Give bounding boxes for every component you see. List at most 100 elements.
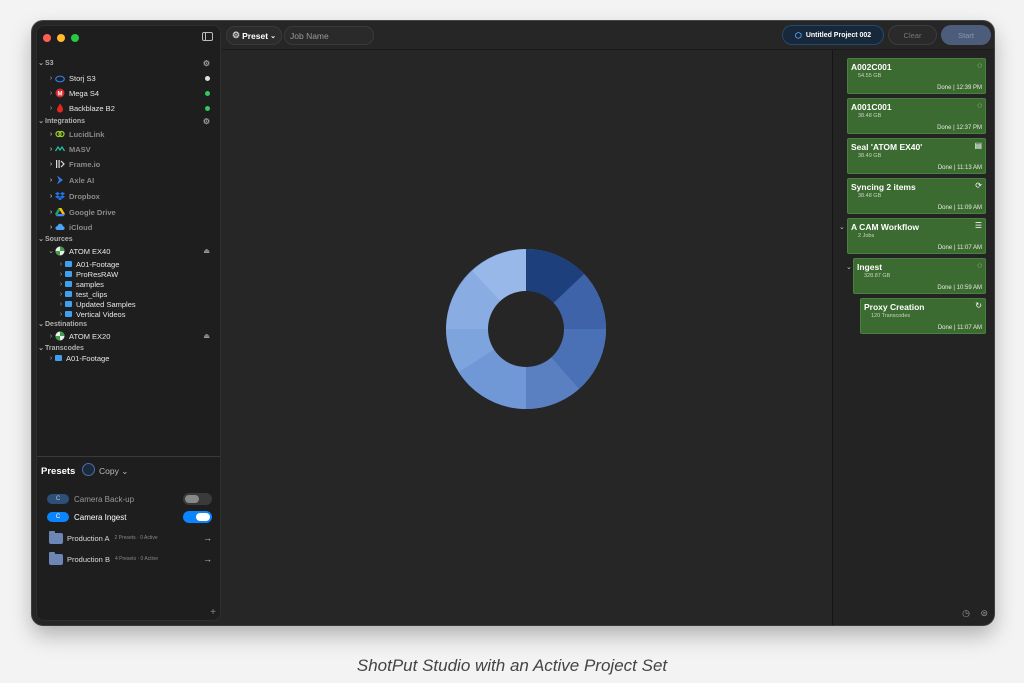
folder-icon — [55, 355, 62, 361]
preset-gear-icon: ⚙ — [232, 30, 241, 40]
flame-icon — [55, 103, 65, 113]
gear-icon[interactable]: ⚙ — [203, 117, 210, 126]
chevron-right-icon: › — [49, 176, 53, 184]
status-dot — [205, 75, 210, 81]
chevron-right-icon: › — [49, 192, 53, 200]
job-group-card[interactable]: A CAM Workflow 2 Jobs ☰ Done | 11:07 AM — [847, 218, 986, 254]
job-card[interactable]: Seal 'ATOM EX40' 38.49 GB ▤ Done | 11:13… — [847, 138, 986, 174]
preset-menu-button[interactable]: ⚙ Preset ⌄ — [226, 26, 282, 45]
job-card[interactable]: A001C001 38.48 GB ◌ Done | 12:37 PM — [847, 98, 986, 134]
sidebar-item-google-drive[interactable]: › Google Drive — [37, 205, 220, 219]
chevron-down-icon: ⌄ — [38, 60, 44, 67]
arrow-right-icon[interactable]: → — [203, 554, 212, 564]
preset-mode-dropdown[interactable]: Copy ⌄ — [99, 466, 128, 477]
preset-label: Camera Back-up — [74, 494, 135, 504]
job-card[interactable]: A002C001 54.55 GB ◌ Done | 12:39 PM — [847, 58, 986, 94]
preset-row-camera-backup[interactable]: C Camera Back-up — [47, 492, 212, 506]
project-button[interactable]: ⬡ Untitled Project 002 — [782, 25, 884, 45]
chevron-down-icon: ⌄ — [38, 118, 44, 125]
eject-icon[interactable]: ⏏ — [203, 247, 210, 255]
job-name-input[interactable] — [284, 26, 374, 45]
folder-icon — [49, 551, 63, 565]
svg-text:M: M — [58, 91, 63, 97]
cloud-icon — [55, 73, 65, 83]
status-dot — [205, 105, 210, 111]
job-group-card[interactable]: Ingest 328.87 GB ◌ Done | 10:59 AM — [853, 258, 986, 294]
arrow-right-icon[interactable]: → — [203, 533, 212, 543]
chevron-right-icon: › — [49, 208, 53, 216]
sidebar-item-mega[interactable]: › M Mega S4 — [37, 86, 220, 100]
icloud-icon — [55, 222, 65, 232]
divider — [37, 456, 220, 457]
chevron-right-icon: › — [49, 130, 53, 138]
sidebar-item-axle[interactable]: › Axle AI — [37, 173, 220, 187]
chevron-right-icon: › — [49, 223, 53, 231]
google-drive-icon — [55, 207, 65, 217]
atomos-drive-icon — [55, 246, 65, 256]
dropbox-icon — [55, 191, 65, 201]
preset-folder-production-a[interactable]: Production A 2 Presets · 0 Active → — [49, 530, 212, 545]
zoom-window-button[interactable] — [71, 34, 79, 42]
sidebar-toggle-icon[interactable] — [202, 32, 213, 41]
chevron-right-icon: › — [49, 354, 53, 362]
shotput-logo-icon — [446, 249, 606, 410]
job-card[interactable]: Syncing 2 items 38.48 GB ⟳ Done | 11:09 … — [847, 178, 986, 214]
mega-logo-icon: M — [55, 88, 65, 98]
minimize-window-button[interactable] — [57, 34, 65, 42]
copy-mode-icon[interactable] — [82, 463, 95, 476]
sidebar-item-lucidlink[interactable]: › LucidLink — [37, 127, 220, 141]
progress-ring-icon: ◌ — [977, 261, 982, 270]
chevron-right-icon: › — [49, 160, 53, 168]
preset-badge: C — [47, 494, 69, 504]
section-s3[interactable]: ⌄ S3 ⚙ — [37, 56, 220, 70]
sidebar-item-atom-ex40[interactable]: ⌄ ATOM EX40 ⏏ — [37, 244, 220, 258]
gear-icon[interactable]: ⚙ — [203, 59, 210, 68]
job-card[interactable]: Proxy Creation 120 Transcodes ↻ Done | 1… — [860, 298, 986, 334]
toolbar: ⚙ Preset ⌄ ⬡ Untitled Project 002 Clear … — [222, 21, 994, 49]
close-window-button[interactable] — [43, 34, 51, 42]
chevron-down-icon: ⌄ — [38, 321, 44, 328]
document-seal-icon: ▤ — [974, 141, 982, 150]
sidebar-folder[interactable]: › A01-Footage — [37, 351, 220, 365]
atomos-drive-icon — [55, 331, 65, 341]
progress-ring-icon: ◌ — [977, 101, 982, 110]
sync-icon: ⟳ — [975, 181, 982, 190]
add-preset-button[interactable]: + — [210, 607, 216, 618]
start-button[interactable]: Start — [941, 25, 991, 45]
chevron-right-icon: › — [49, 104, 53, 112]
sidebar-item-dropbox[interactable]: › Dropbox — [37, 189, 220, 203]
preset-row-camera-ingest[interactable]: C Camera Ingest — [47, 510, 212, 524]
cube-icon: ⬡ — [794, 30, 802, 40]
chevron-down-icon: ⌄ — [270, 32, 276, 40]
workflow-icon: ☰ — [974, 221, 982, 230]
chevron-down-icon[interactable]: ⌄ — [839, 223, 845, 231]
progress-ring-icon: ◌ — [977, 61, 982, 70]
chevron-right-icon: › — [49, 74, 53, 82]
eject-icon[interactable]: ⏏ — [203, 332, 210, 340]
chevron-down-icon[interactable]: ⌄ — [846, 263, 852, 271]
app-window: ⌄ S3 ⚙ › Storj S3 › M Mega S4 › Backblaz… — [32, 21, 994, 625]
chevron-right-icon: › — [49, 89, 53, 97]
sidebar-item-frameio[interactable]: › Frame.io — [37, 157, 220, 171]
preset-folder-production-b[interactable]: Production B 4 Presets · 0 Active → — [49, 551, 212, 566]
masv-icon — [55, 144, 65, 154]
clear-button[interactable]: Clear — [888, 25, 937, 45]
sidebar-item-storj[interactable]: › Storj S3 — [37, 71, 220, 85]
figure-caption: ShotPut Studio with an Active Project Se… — [356, 656, 668, 675]
filter-icon[interactable]: ⊜ — [980, 608, 988, 619]
window-controls — [43, 34, 79, 42]
status-dot — [205, 90, 210, 96]
chevron-down-icon: ⌄ — [38, 236, 44, 243]
preset-label: Camera Ingest — [74, 512, 127, 522]
chevron-down-icon: ⌄ — [121, 466, 129, 476]
sidebar-item-backblaze[interactable]: › Backblaze B2 — [37, 101, 220, 115]
history-icon[interactable]: ◷ — [962, 608, 970, 619]
section-integrations[interactable]: ⌄ Integrations ⚙ — [37, 114, 220, 128]
preset-toggle[interactable] — [183, 511, 212, 523]
sidebar: ⌄ S3 ⚙ › Storj S3 › M Mega S4 › Backblaz… — [36, 25, 221, 621]
sidebar-item-masv[interactable]: › MASV — [37, 142, 220, 156]
preset-toggle[interactable] — [183, 493, 212, 505]
transcode-icon: ↻ — [975, 301, 982, 310]
chevron-right-icon: › — [49, 145, 53, 153]
chevron-down-icon: ⌄ — [48, 248, 54, 255]
